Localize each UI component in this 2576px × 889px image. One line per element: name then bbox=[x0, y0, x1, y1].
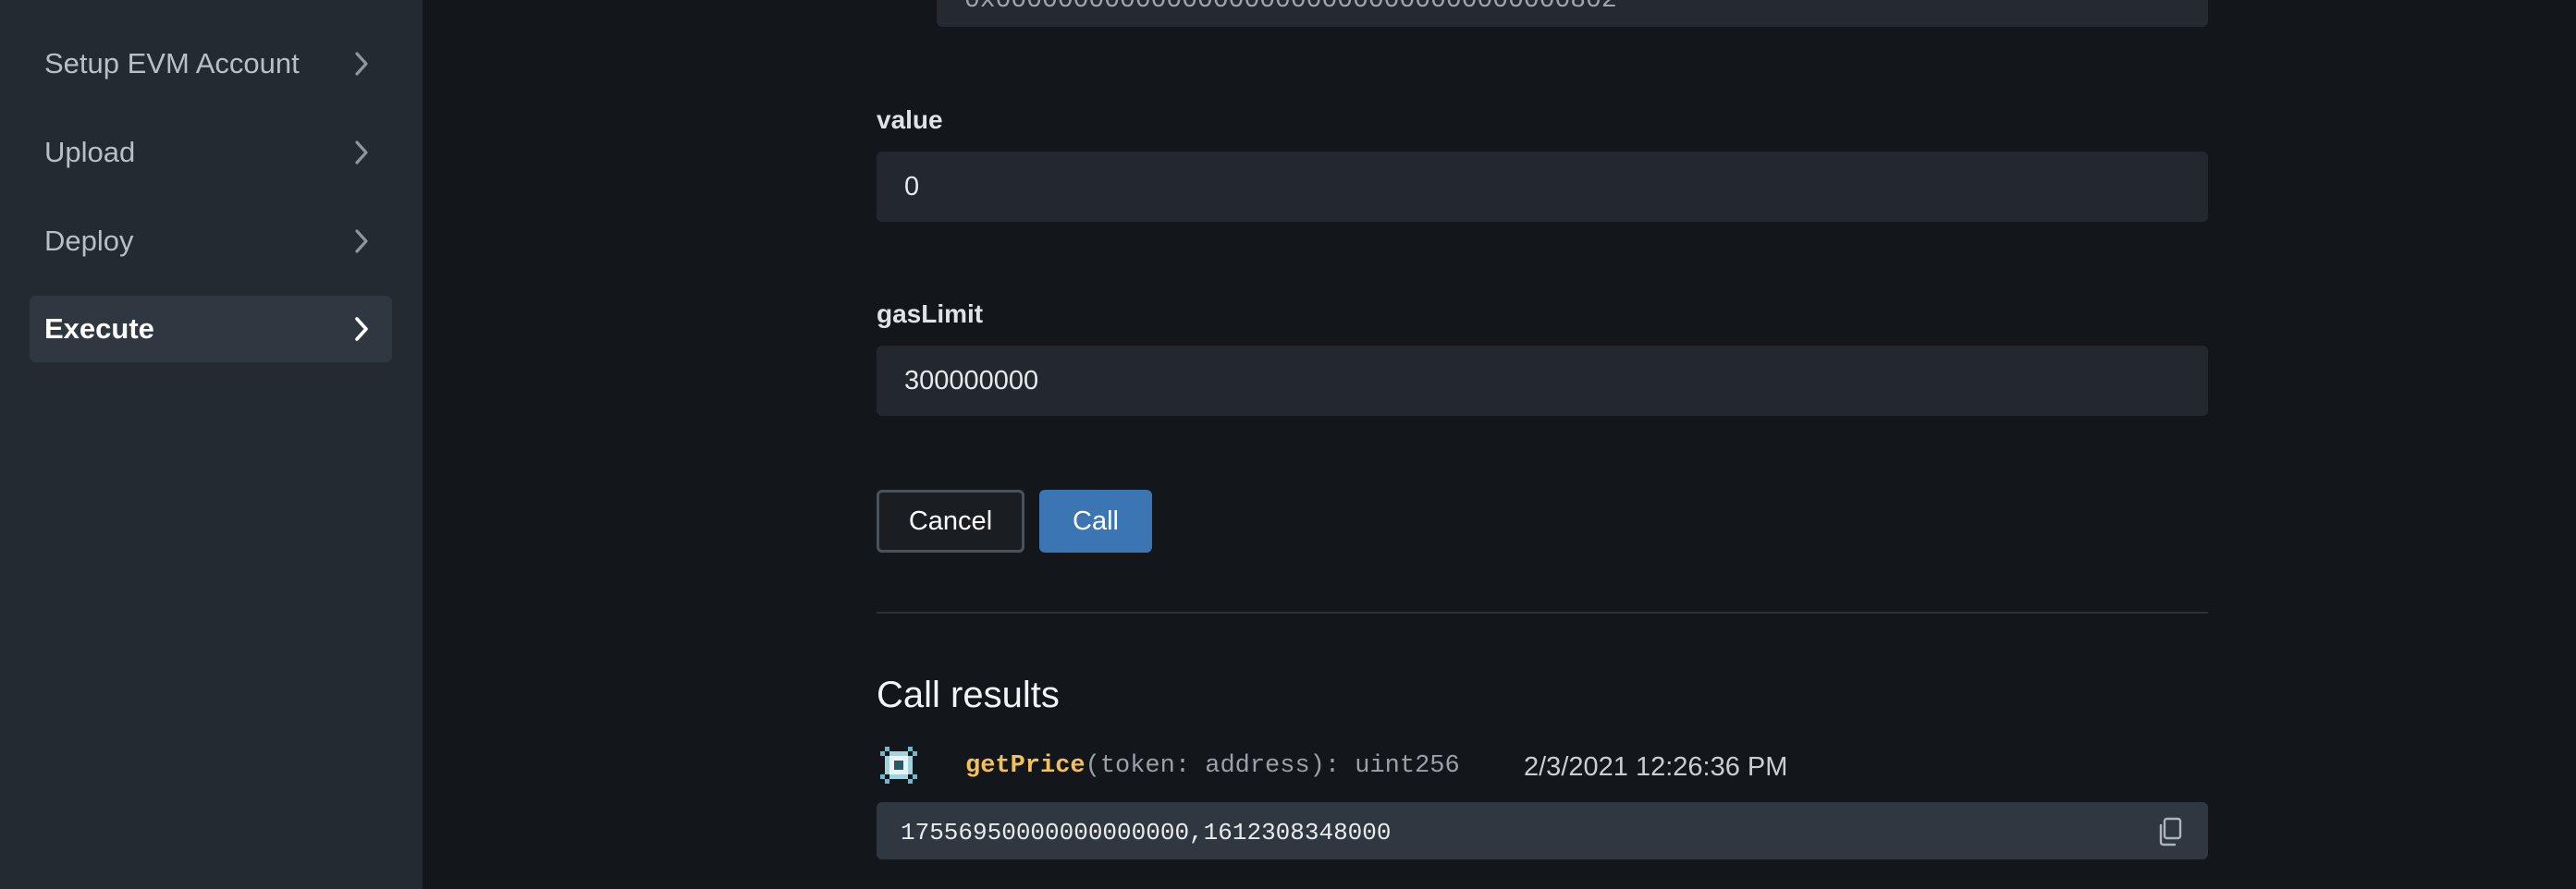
sidebar-item-upload[interactable]: Upload bbox=[30, 119, 392, 186]
function-params: (token: address): uint256 bbox=[1085, 752, 1460, 780]
value-input[interactable] bbox=[877, 152, 2208, 222]
address-field-value: 0x00000000000000000000000000000000000008… bbox=[964, 0, 1617, 15]
chevron-right-icon bbox=[351, 314, 372, 344]
function-name: getPrice bbox=[965, 752, 1086, 780]
call-button[interactable]: Call bbox=[1039, 490, 1152, 553]
sidebar-item-label: Upload bbox=[44, 136, 136, 168]
sidebar-item-setup-evm-account[interactable]: Setup EVM Account bbox=[30, 30, 392, 97]
chevron-right-icon bbox=[351, 226, 372, 256]
gas-limit-input[interactable] bbox=[877, 346, 2208, 416]
call-result-row: getPrice(token: address): uint256 2/3/20… bbox=[877, 743, 2208, 791]
result-timestamp: 2/3/2021 12:26:36 PM bbox=[1524, 752, 1788, 782]
sidebar-item-label: Setup EVM Account bbox=[44, 47, 300, 79]
sidebar: Setup EVM Account Upload Deploy Execute bbox=[0, 0, 423, 889]
divider bbox=[877, 612, 2208, 614]
chevron-right-icon bbox=[351, 138, 372, 167]
contract-identicon-icon bbox=[880, 747, 917, 784]
address-field[interactable]: 0x00000000000000000000000000000000000008… bbox=[937, 0, 2208, 27]
sidebar-item-label: Deploy bbox=[44, 225, 134, 257]
sidebar-item-execute[interactable]: Execute bbox=[30, 296, 392, 362]
call-results-title: Call results bbox=[877, 675, 1060, 715]
gas-limit-label: gasLimit bbox=[877, 299, 984, 328]
copy-icon[interactable] bbox=[2156, 817, 2184, 846]
function-signature: getPrice(token: address): uint256 bbox=[965, 752, 1460, 780]
sidebar-item-label: Execute bbox=[44, 312, 154, 345]
cancel-button[interactable]: Cancel bbox=[877, 490, 1024, 553]
chevron-right-icon bbox=[351, 49, 372, 79]
result-output-value: 17556950000000000000,1612308348000 bbox=[901, 819, 1392, 846]
result-output-box: 17556950000000000000,1612308348000 bbox=[877, 802, 2208, 859]
sidebar-item-deploy[interactable]: Deploy bbox=[30, 208, 392, 274]
value-label: value bbox=[877, 105, 943, 134]
